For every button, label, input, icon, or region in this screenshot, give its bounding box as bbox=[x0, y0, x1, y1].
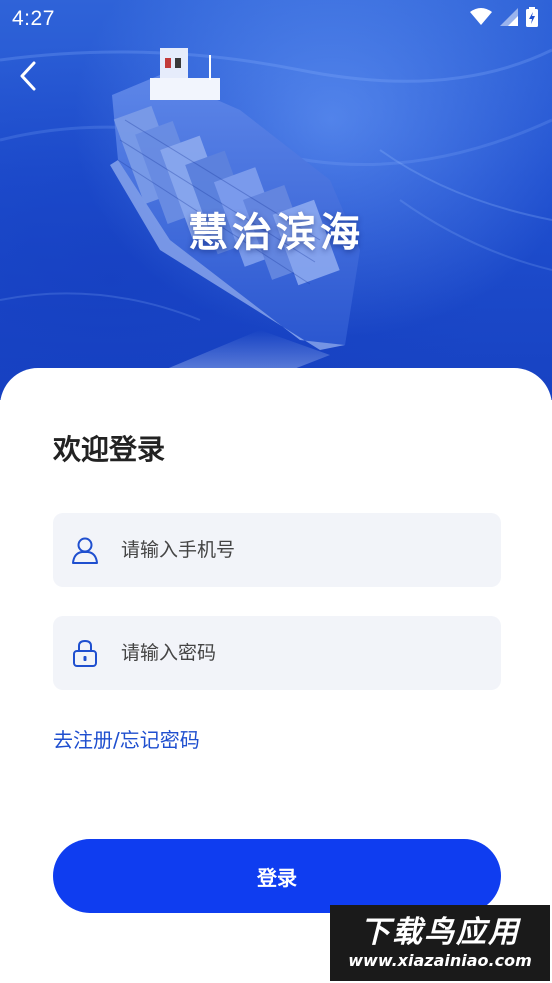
password-field[interactable] bbox=[53, 616, 501, 690]
watermark-title: 下载鸟应用 bbox=[360, 915, 520, 950]
password-input[interactable] bbox=[119, 641, 483, 665]
user-icon bbox=[69, 534, 101, 566]
forgot-password-link[interactable]: 忘记密码 bbox=[120, 724, 200, 753]
app-title: 慧治滨海 bbox=[188, 210, 364, 256]
phone-input[interactable] bbox=[119, 538, 483, 562]
status-icons bbox=[470, 7, 538, 31]
register-link[interactable]: 去注册/ bbox=[53, 724, 120, 753]
battery-icon bbox=[526, 7, 538, 31]
account-links: 去注册/ 忘记密码 bbox=[53, 724, 200, 753]
back-button[interactable] bbox=[10, 56, 46, 96]
signal-icon bbox=[500, 8, 518, 30]
watermark-url: www.xiazainiao.com bbox=[348, 951, 532, 970]
wifi-icon bbox=[470, 8, 492, 30]
status-bar: 4:27 bbox=[0, 0, 552, 38]
welcome-heading: 欢迎登录 bbox=[53, 433, 166, 466]
login-card: 欢迎登录 去注册/ 忘记密码 登 bbox=[0, 368, 552, 983]
login-button[interactable]: 登录 bbox=[53, 839, 501, 913]
login-screen: 4:27 慧治滨海 欢迎登录 请输入手机号 去注册/ 忘记密码 登录 下载鸟应用… bbox=[0, 0, 552, 983]
watermark: 下载鸟应用 www.xiazainiao.com bbox=[330, 905, 550, 981]
status-time: 4:27 bbox=[12, 7, 55, 30]
phone-field[interactable] bbox=[53, 513, 501, 587]
lock-icon bbox=[69, 637, 101, 669]
chevron-left-icon bbox=[20, 61, 36, 91]
